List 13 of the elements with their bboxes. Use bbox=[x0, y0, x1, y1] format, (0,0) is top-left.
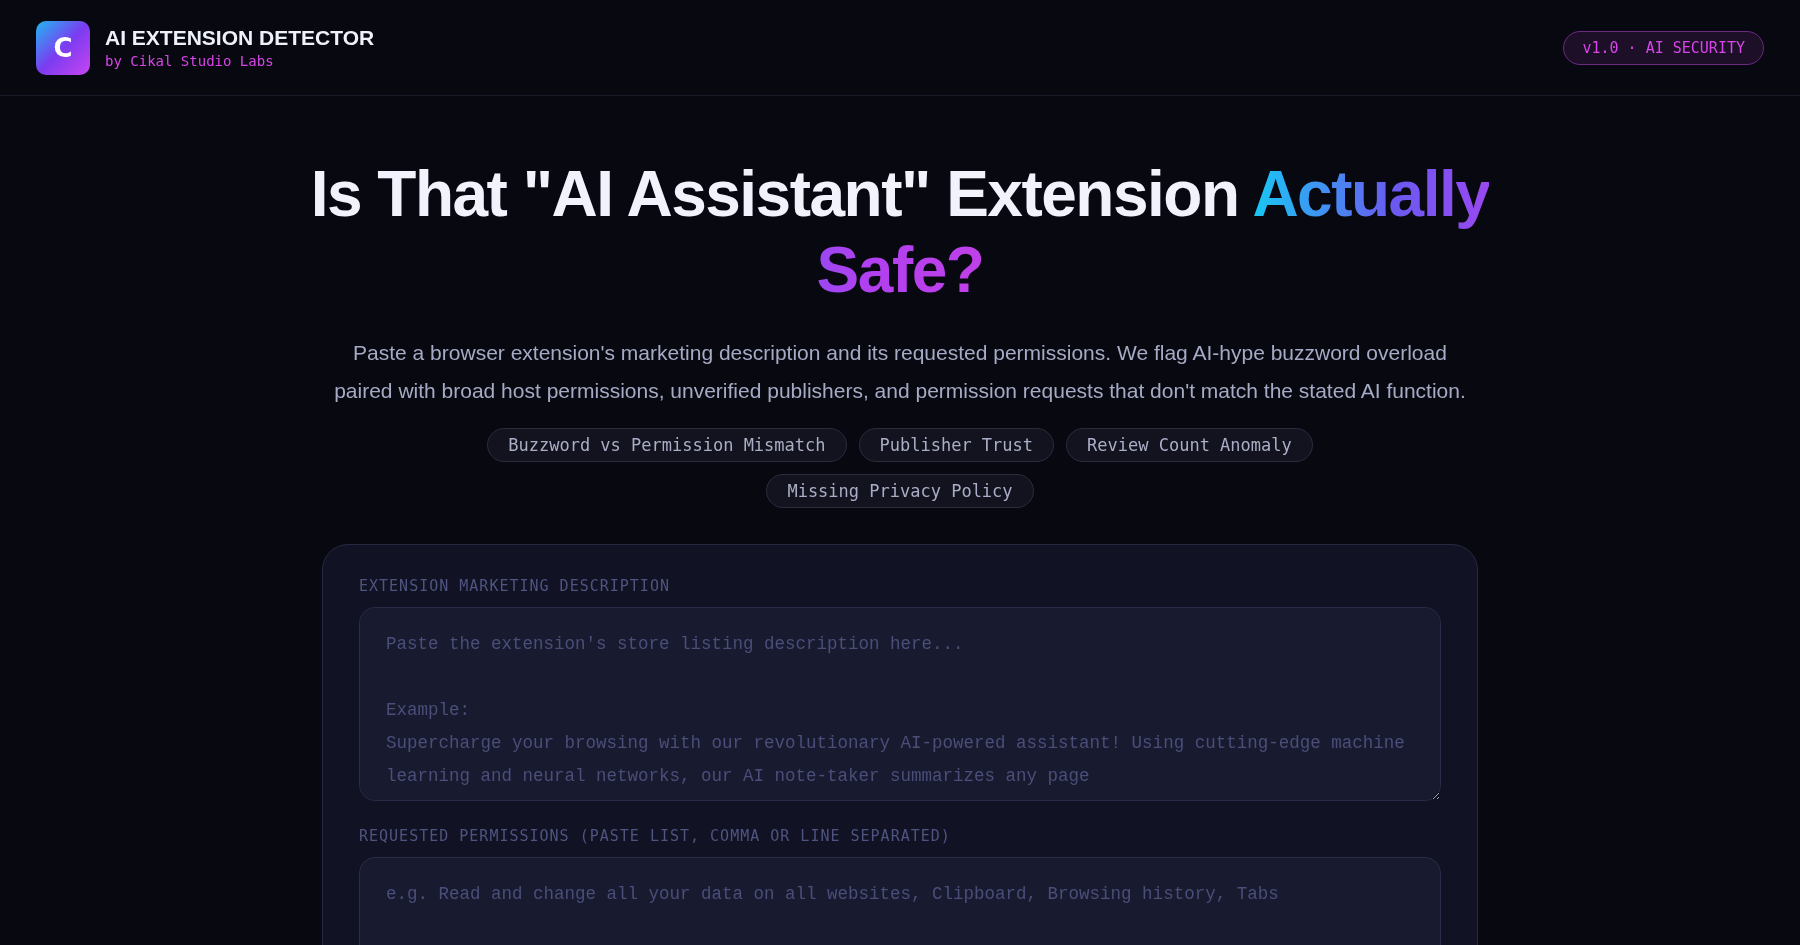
feature-tag: Buzzword vs Permission Mismatch bbox=[487, 428, 847, 462]
feature-tag: Missing Privacy Policy bbox=[766, 474, 1034, 508]
feature-tag: Review Count Anomaly bbox=[1066, 428, 1313, 462]
field-label: EXTENSION MARKETING DESCRIPTION bbox=[359, 577, 671, 595]
feature-tag: Publisher Trust bbox=[858, 428, 1055, 462]
logo-icon: C bbox=[36, 20, 90, 75]
app-title: AI EXTENSION DETECTOR bbox=[105, 26, 375, 50]
field-label: REQUESTED PERMISSIONS (PASTE LIST, COMMA OR LINE SEPARATED) bbox=[359, 827, 952, 845]
text-area[interactable]: e.g. Read and change all your data on all websites, Clipboard, Browsing history, Tabs bbox=[359, 857, 1441, 945]
page-description: Paste a browser extension's marketing description and its requested permissions. We flag AI-hype buzzword overload paired with broad host permissions, unverified publishers, and permission requests that don't match the stated AI function. bbox=[333, 340, 1467, 404]
text-area[interactable]: Paste the extension's store listing description here... Example: Supercharge your browsing with our revolutionary AI-powered assistant! Using cutting-edge machine learning and neural networks, our AI note-taker summarizes any page bbox=[359, 607, 1441, 801]
version-badge: v1.0 · AI SECURITY bbox=[1563, 30, 1764, 65]
app-subtitle: by Cikal Studio Labs bbox=[105, 53, 275, 69]
